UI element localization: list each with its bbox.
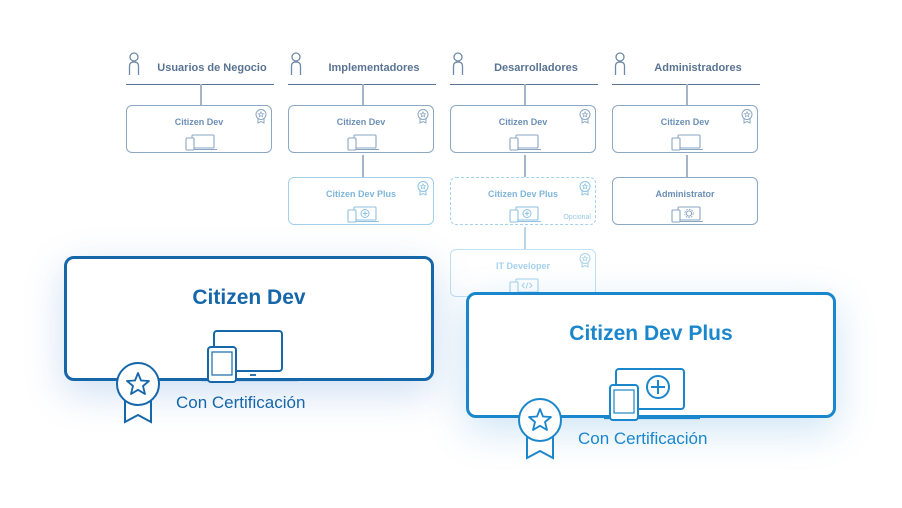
medal-star-icon (417, 181, 429, 196)
highlight-title: Citizen Dev (192, 286, 306, 309)
node-it-developer: IT Developer (450, 249, 596, 297)
column-header-implementadores: Implementadores (288, 52, 436, 85)
node-citizen-dev: Citizen Dev (126, 105, 272, 153)
node-title: Citizen Dev Plus (487, 189, 559, 199)
devices-plus-icon (509, 206, 541, 223)
medal-star-icon (518, 398, 562, 460)
node-citizen-dev: Citizen Dev (612, 105, 758, 153)
certification-label: Con Certificación (176, 393, 306, 412)
person-icon (290, 52, 302, 75)
devices-plus-icon (347, 206, 379, 223)
medal-star-icon (741, 109, 753, 124)
node-title: Citizen Dev (498, 117, 548, 127)
column-header-label: Desarrolladores (494, 62, 578, 74)
certification-label: Con Certificación (578, 429, 708, 448)
connector-line (686, 155, 688, 177)
connector-line (686, 84, 688, 105)
person-icon (128, 52, 140, 75)
node-title: Citizen Dev Plus (325, 189, 397, 199)
medal-star-icon (579, 181, 591, 196)
column-header-desarrolladores: Desarrolladores (450, 52, 598, 85)
node-title: Citizen Dev (336, 117, 386, 127)
node-administrator: Administrator (612, 177, 758, 225)
node-citizen-dev: Citizen Dev (450, 105, 596, 153)
person-icon (614, 52, 626, 75)
node-title: Citizen Dev (660, 117, 710, 127)
devices-icon (202, 330, 298, 383)
node-title: Administrator (655, 189, 715, 199)
devices-icon (509, 134, 541, 151)
column-header-administradores: Administradores (612, 52, 760, 85)
node-citizen-dev: Citizen Dev (288, 105, 434, 153)
connector-line (524, 227, 526, 249)
optional-tag: Opcional (563, 214, 591, 221)
node-title: Citizen Dev (174, 117, 224, 127)
devices-icon (347, 134, 379, 151)
person-icon (452, 52, 464, 75)
column-header-label: Usuarios de Negocio (157, 62, 267, 74)
node-title: IT Developer (495, 261, 551, 271)
column-header-label: Administradores (654, 62, 742, 74)
connector-line (524, 155, 526, 177)
connector-line (524, 84, 526, 105)
medal-star-icon (417, 109, 429, 124)
devices-gear-icon (671, 206, 703, 223)
devices-icon (185, 134, 217, 151)
highlight-title: Citizen Dev Plus (569, 322, 733, 345)
medal-star-icon (255, 109, 267, 124)
devices-plus-icon (604, 368, 700, 421)
connector-line (362, 84, 364, 105)
node-citizen-dev-plus-optional: Citizen Dev Plus Opcional (450, 177, 596, 225)
connector-line (362, 155, 364, 177)
medal-star-icon (579, 253, 591, 268)
column-header-label: Implementadores (328, 62, 420, 74)
devices-icon (671, 134, 703, 151)
node-citizen-dev-plus: Citizen Dev Plus (288, 177, 434, 225)
connector-line (200, 84, 202, 105)
column-header-usuarios: Usuarios de Negocio (126, 52, 274, 85)
medal-star-icon (116, 362, 160, 424)
medal-star-icon (579, 109, 591, 124)
